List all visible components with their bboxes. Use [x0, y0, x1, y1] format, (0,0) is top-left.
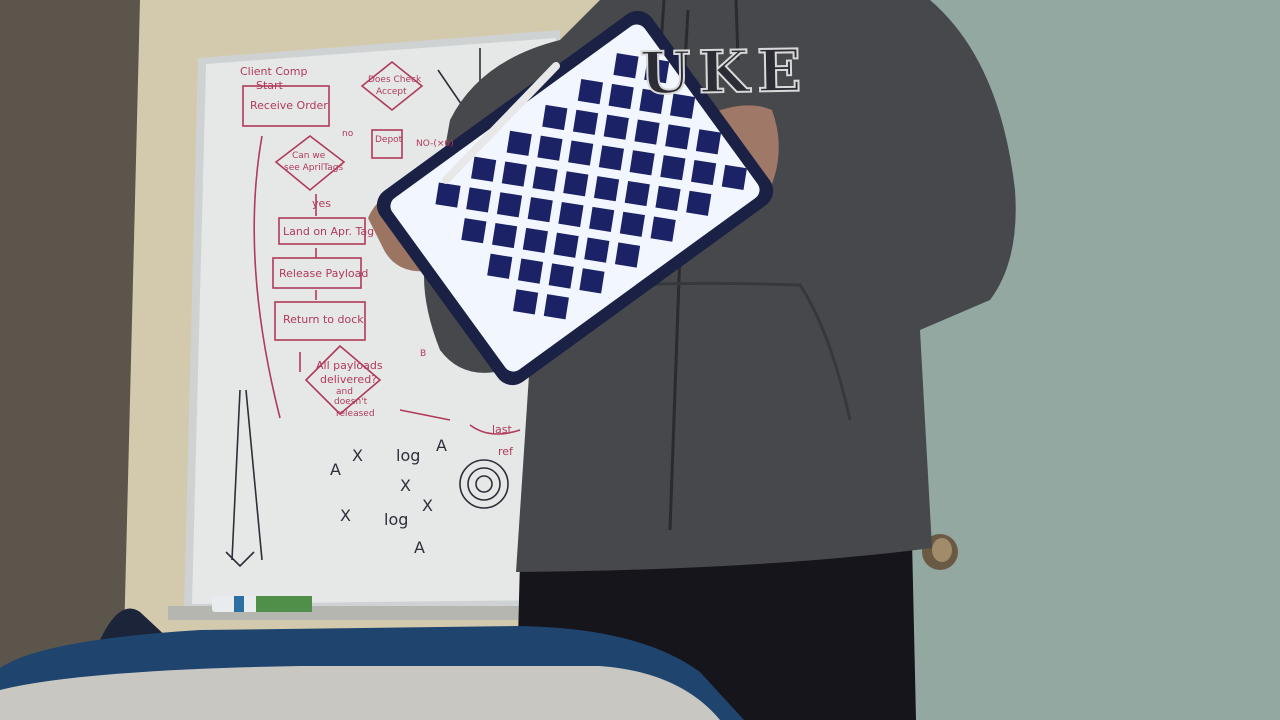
checker-square [721, 164, 747, 191]
wb-see-apriltags: see AprilTags [284, 163, 344, 173]
wb-x-2: X [400, 476, 411, 495]
checker-square [686, 190, 712, 216]
wb-last: last [492, 423, 512, 436]
wb-accept: Accept [376, 87, 407, 97]
wb-and: and [336, 387, 353, 397]
checker-square [655, 185, 681, 211]
checker-square [603, 114, 629, 140]
marker [212, 596, 312, 612]
wb-start: Start [256, 79, 283, 92]
checker-square [501, 161, 527, 187]
checker-square [542, 104, 568, 131]
checker-square [572, 109, 599, 135]
checker-square [665, 124, 691, 150]
checker-square [624, 180, 650, 207]
checker-square [660, 155, 686, 181]
checker-square [543, 294, 569, 320]
checker-square [553, 232, 579, 258]
checker-square [695, 129, 722, 155]
checker-square [691, 159, 717, 186]
checker-square [650, 216, 676, 242]
wb-a-3: A [414, 538, 425, 557]
wb-b: B [420, 349, 427, 359]
wb-yes: yes [312, 197, 332, 210]
wb-all-payloads: All payloads [316, 359, 383, 372]
checker-square [577, 79, 604, 105]
checker-square [506, 130, 532, 156]
checker-square [527, 197, 553, 223]
checker-square [613, 53, 639, 79]
checker-square [532, 166, 558, 192]
checker-square [466, 187, 492, 213]
checker-square [558, 201, 584, 228]
wb-no: no [342, 129, 354, 139]
wb-x-4: X [422, 496, 433, 515]
checker-square [634, 119, 660, 145]
wb-delivered: delivered? [320, 373, 378, 386]
wb-no-paren: NO-(×6) [416, 139, 454, 149]
checker-square [492, 222, 518, 249]
wb-doesnt: doesn't [334, 397, 368, 407]
wb-land: Land on Apr. Tag [283, 225, 375, 238]
checker-square [496, 192, 523, 218]
checker-square [471, 156, 497, 182]
checker-square [487, 253, 513, 279]
wb-does-check: Does Check [368, 75, 422, 85]
wb-released: released [336, 409, 375, 419]
wb-release: Release Payload [279, 267, 369, 280]
hoodie-lettering: UKE [638, 36, 810, 109]
checker-square [568, 140, 594, 166]
checker-square [608, 83, 634, 110]
checker-square [584, 237, 610, 263]
checker-square [548, 263, 574, 289]
checker-square [579, 268, 605, 294]
wb-x-3: X [340, 506, 351, 525]
scene [0, 0, 1280, 720]
checker-square [435, 182, 461, 208]
wb-can-we: Can we [292, 151, 326, 161]
wb-log-1: log [396, 446, 421, 465]
checker-square [619, 211, 645, 237]
checker-square [513, 289, 539, 315]
checker-square [614, 242, 641, 268]
checker-square [598, 145, 624, 171]
left-wall [0, 0, 140, 720]
wb-x-1: X [352, 446, 363, 465]
wb-return: Return to dock [283, 313, 364, 326]
wb-ref: ref [498, 445, 513, 458]
checker-square [461, 218, 487, 244]
wb-receive-order: Receive Order [250, 99, 328, 112]
wb-a-2: A [436, 436, 447, 455]
wb-client-comp: Client Comp [240, 65, 308, 78]
checker-square [589, 206, 615, 232]
checker-square [522, 227, 548, 253]
wb-a-1: A [330, 460, 341, 479]
checker-square [537, 135, 563, 161]
wb-log-2: log [384, 510, 409, 529]
checker-square [563, 171, 589, 197]
wb-depot: Depot [375, 135, 403, 145]
checker-square [517, 258, 544, 284]
checker-square [629, 150, 655, 176]
checker-square [593, 176, 620, 202]
